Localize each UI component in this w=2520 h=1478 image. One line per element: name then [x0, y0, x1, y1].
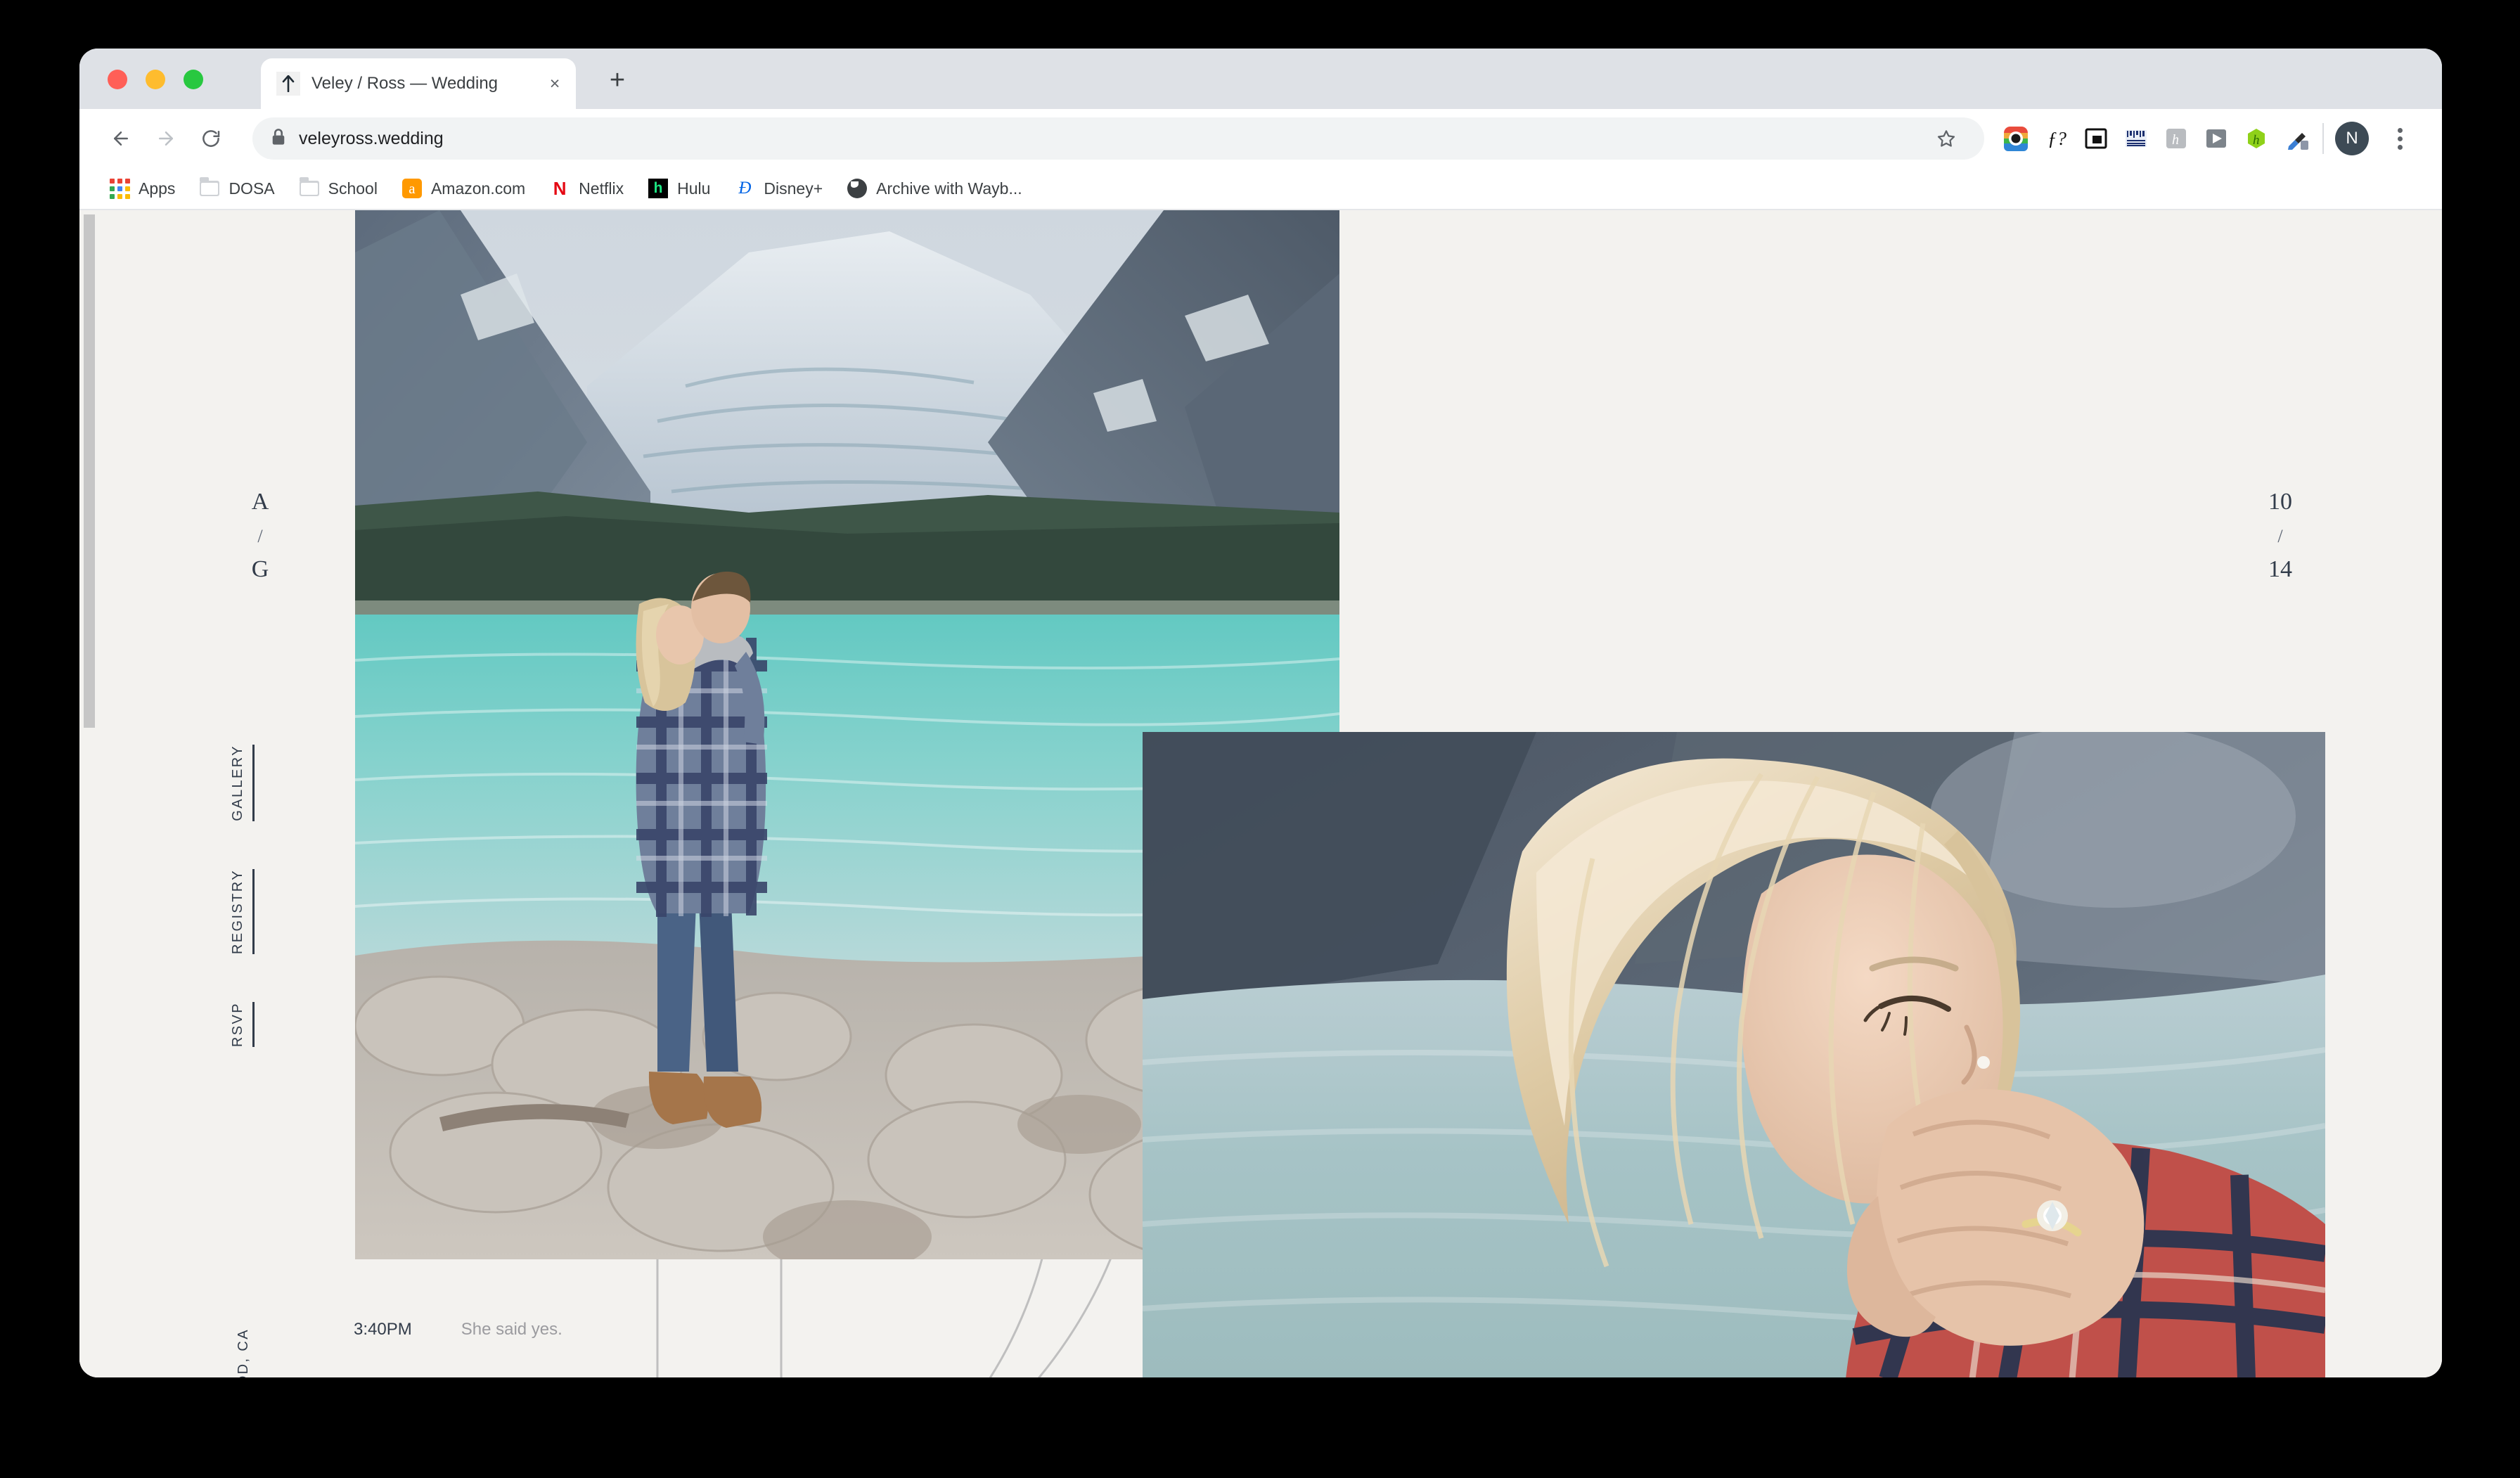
toolbar-divider — [2322, 123, 2324, 154]
window-controls — [108, 70, 203, 89]
barcode-extension-icon[interactable] — [2121, 124, 2151, 153]
back-icon[interactable] — [101, 118, 141, 159]
browser-toolbar: veleyross.wedding ƒ? h h N — [79, 109, 2442, 168]
bookmark-label: School — [328, 179, 378, 198]
caption-text: She said yes. — [461, 1320, 562, 1339]
monogram-second: G — [251, 555, 269, 582]
page-viewport: A / G 10 / 14 GALLERY REGISTRY RSVP 3:40… — [79, 210, 2442, 1377]
eyedropper-icon[interactable] — [2282, 124, 2311, 153]
extension-icons: ƒ? h h — [2001, 124, 2311, 153]
date-day: 14 — [2268, 555, 2292, 582]
font-inspector-icon[interactable]: ƒ? — [2041, 124, 2071, 153]
bookmark-archive-wayback[interactable]: Archive with Wayb... — [838, 172, 1030, 205]
address-bar[interactable]: veleyross.wedding — [252, 117, 1984, 160]
nav-item-gallery[interactable]: GALLERY — [230, 745, 255, 821]
reload-icon[interactable] — [191, 118, 231, 159]
amazon-icon: a — [401, 178, 423, 199]
bookmark-star-icon[interactable] — [1927, 119, 1966, 158]
folder-icon — [199, 177, 220, 199]
nav-item-registry[interactable]: REGISTRY — [230, 868, 255, 954]
scrollbar-thumb[interactable] — [84, 214, 95, 728]
bookmark-label: DOSA — [229, 179, 275, 198]
monogram: A / G — [236, 488, 285, 593]
page-scrollbar[interactable] — [79, 210, 98, 1377]
bookmark-label: Archive with Wayb... — [876, 179, 1022, 198]
nav-rule — [252, 745, 255, 821]
vertical-nav: GALLERY REGISTRY RSVP — [230, 745, 255, 1047]
close-tab-button[interactable]: × — [539, 68, 570, 99]
honey-gray-icon[interactable]: h — [2161, 124, 2191, 153]
bookmark-dosa[interactable]: DOSA — [191, 172, 283, 205]
nav-item-rsvp[interactable]: RSVP — [230, 1001, 255, 1047]
nav-item-label: RSVP — [230, 1001, 245, 1047]
browser-tab[interactable]: Veley / Ross — Wedding × — [261, 58, 576, 109]
desktop-backdrop: Veley / Ross — Wedding × + veleyross.wed… — [0, 0, 2520, 1478]
folder-icon — [299, 177, 320, 199]
bookmark-apps[interactable]: Apps — [101, 172, 184, 205]
date-stamp: 10 / 14 — [2252, 488, 2308, 593]
nav-rule — [252, 1001, 255, 1047]
url-text[interactable]: veleyross.wedding — [299, 129, 444, 149]
caption-time: 3:40PM — [354, 1320, 412, 1339]
svg-text:h: h — [2253, 133, 2260, 148]
bookmark-amazon[interactable]: a Amazon.com — [393, 172, 534, 205]
bookmark-label: Amazon.com — [430, 179, 526, 198]
forward-icon[interactable] — [146, 118, 186, 159]
netflix-icon: N — [553, 177, 567, 199]
tab-title: Veley / Ross — Wedding — [311, 74, 499, 93]
bookmark-label: Apps — [139, 179, 176, 198]
photo-caption: 3:40PM She said yes. — [354, 1320, 562, 1339]
play-extension-icon[interactable] — [2201, 124, 2231, 153]
tab-strip: Veley / Ross — Wedding × + — [79, 49, 2442, 109]
maximize-window-button[interactable] — [184, 70, 203, 89]
bookmark-label: Netflix — [579, 179, 624, 198]
wayback-globe-icon — [847, 178, 868, 199]
date-month: 10 — [2268, 489, 2292, 515]
bookmark-disney-plus[interactable]: Ɖ Disney+ — [726, 172, 831, 205]
bride-closeup-photo[interactable] — [1143, 732, 2325, 1377]
bookmark-hulu[interactable]: h Hulu — [639, 172, 719, 205]
bookmark-school[interactable]: School — [290, 172, 386, 205]
disney-plus-icon: Ɖ — [738, 179, 752, 198]
camera-extension-icon[interactable] — [2001, 124, 2031, 153]
bookmark-label: Disney+ — [764, 179, 823, 198]
chrome-menu-icon[interactable] — [2381, 120, 2418, 157]
picture-in-picture-icon[interactable] — [2081, 124, 2111, 153]
location-label: HOMEWOOD, CA — [236, 1328, 252, 1377]
close-window-button[interactable] — [108, 70, 127, 89]
site-favicon-icon — [276, 72, 300, 96]
apps-grid-icon — [109, 178, 130, 199]
bookmark-label: Hulu — [677, 179, 711, 198]
bookmarks-bar: Apps DOSA School a Amazon.com N Netflix … — [79, 168, 2442, 210]
date-separator: / — [2277, 525, 2283, 546]
nav-item-label: REGISTRY — [230, 868, 245, 954]
monogram-first: A — [251, 489, 269, 515]
svg-text:ƒ?: ƒ? — [2048, 128, 2067, 149]
lock-icon — [271, 128, 286, 150]
new-tab-button[interactable]: + — [600, 63, 635, 98]
monogram-separator: / — [257, 525, 263, 546]
nav-rule — [252, 868, 255, 954]
honey-green-icon[interactable]: h — [2242, 124, 2271, 153]
bookmark-netflix[interactable]: N Netflix — [541, 172, 632, 205]
hulu-icon: h — [648, 178, 669, 199]
minimize-window-button[interactable] — [146, 70, 165, 89]
browser-window: Veley / Ross — Wedding × + veleyross.wed… — [79, 49, 2442, 1377]
profile-avatar[interactable]: N — [2335, 122, 2369, 155]
nav-item-label: GALLERY — [230, 745, 245, 821]
svg-text:h: h — [2172, 132, 2179, 148]
